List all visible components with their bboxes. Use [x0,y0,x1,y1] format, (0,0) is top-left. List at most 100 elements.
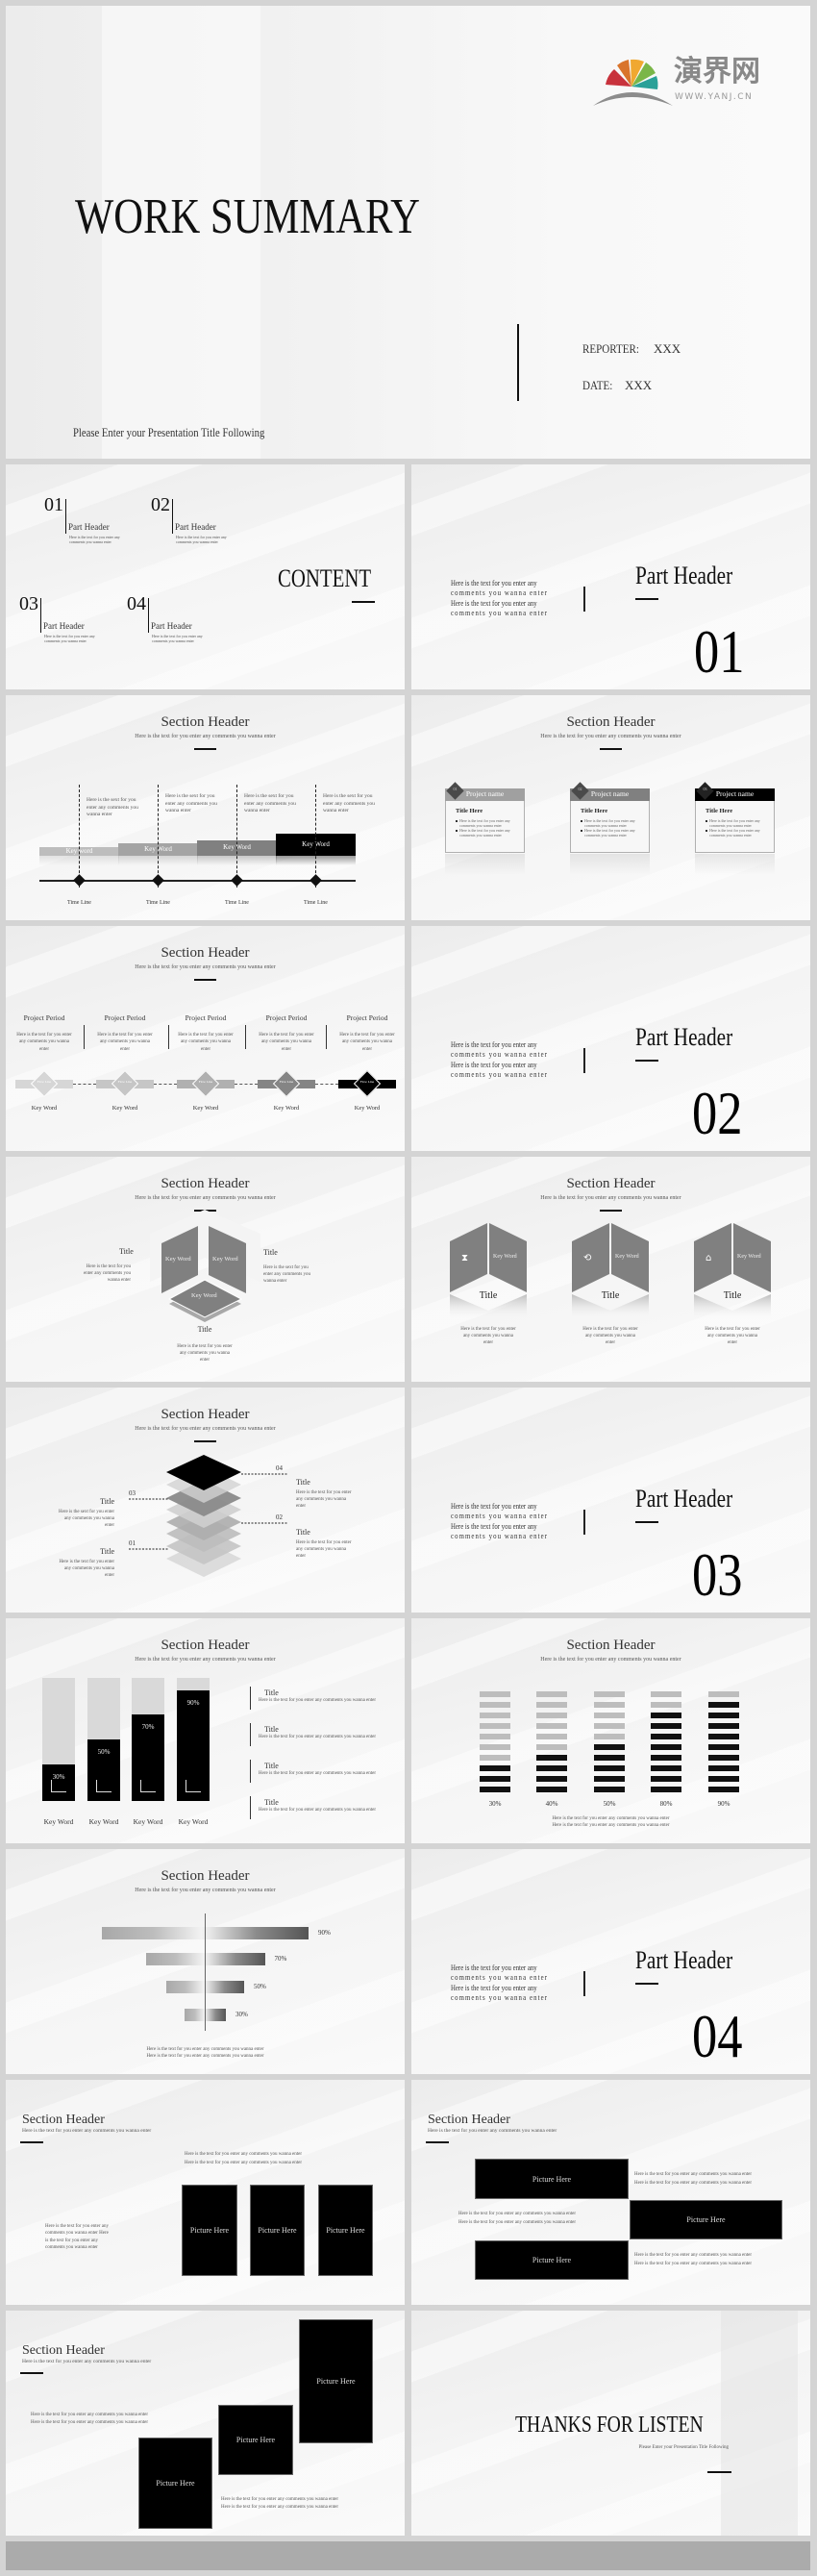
picture-placeholder[interactable]: Picture Here [250,2185,305,2276]
picture-text: Here is the text for you enter any comme… [185,2161,303,2165]
layer-text: Here is the text for you enter any comme… [296,1540,352,1559]
part-slide-03: Here is the text for you enter any comme… [411,1388,810,1613]
bar-data-label: 50% [97,1748,111,1756]
bar-category-label: Key Word [88,1817,119,1826]
pictures-slide: Section Header Here is the text for you … [6,2080,405,2305]
segment-block [651,1713,681,1718]
flow-connector [235,1084,258,1085]
project-bullet: Here is the text for you enter any comme… [459,828,510,838]
part-text-line: comments you wanna enter [451,1070,549,1079]
accent-bar [352,601,375,603]
light-streak [721,2311,798,2536]
timeline-slide: Section Header Here is the text for you … [6,695,405,920]
funnel-data-label: 30% [235,2011,248,2018]
line-chart-icon [140,1780,156,1792]
cube-slide: Section Header Here is the text for you … [6,1157,405,1382]
segment-block [536,1755,567,1761]
contents-header: Part Header [175,522,216,532]
bar-category-label: Key Word [43,1817,74,1826]
pictures-stagger-slide: Section Header Here is the text for you … [411,2080,810,2305]
hourglass-icon: ⧗ [461,1253,469,1263]
chart-note: Here is the text for you enter any comme… [146,2047,264,2052]
contents-num: 02 [151,494,170,515]
segment-block [708,1723,739,1729]
section-subtitle: Here is the text for you enter any comme… [135,734,276,739]
segment-block [594,1734,625,1739]
period-text: Here is the text for you enter any comme… [339,1033,395,1052]
segment-block [651,1702,681,1708]
layers-slide: Section Header Here is the text for you … [6,1388,405,1613]
segment-block [708,1702,739,1708]
layer-text: Here is the sext for you enter any comme… [58,1510,114,1528]
dashed-guide [79,785,80,888]
sliders-icon [51,1780,66,1792]
section-subtitle: Here is the text for you enter any comme… [22,2359,152,2364]
layer-text: Here is the text for you enter any comme… [59,1560,114,1578]
contents-header: Part Header [151,621,192,631]
cube-panel-label: Key Word [212,1256,238,1263]
segment-block [594,1787,625,1792]
vertical-divider [583,1971,585,1996]
period-separator [84,1025,86,1049]
segment-block [480,1744,510,1750]
bar-category-label: Key Word [178,1817,209,1826]
segment-block [651,1723,681,1729]
logo [593,59,673,106]
picture-placeholder[interactable]: Picture Here [475,2159,629,2199]
accent-bar [194,748,216,750]
flow-connector [73,1084,96,1085]
period-keyword: Key Word [31,1105,58,1112]
accent-bar [20,2141,43,2143]
segment-block [480,1691,510,1697]
layer-num: 01 [129,1539,136,1547]
section-header: Section Header [22,2113,105,2127]
picture-placeholder[interactable]: Picture Here [218,2405,293,2475]
reporter-label: REPORTER: [582,341,639,356]
projects-slide: Section Header Here is the text for you … [411,695,810,920]
chart-note: Here is the text for you enter any comme… [146,2054,264,2059]
segment-block [708,1734,739,1739]
funnel-data-label: 50% [254,1983,266,1990]
project-title: Title Here [581,808,608,814]
picture-text: Here is the text for you enter any comme… [458,2220,577,2225]
segment-block [708,1691,739,1697]
picture-placeholder[interactable]: Picture Here [475,2240,629,2280]
section-header: Section Header [161,1868,250,1884]
picture-placeholder[interactable]: Picture Here [299,2319,373,2443]
bottom-bar [6,2541,810,2570]
segment-label: 80% [659,1800,673,1808]
bullet-dot [456,820,458,822]
contents-header: Part Header [43,621,85,631]
segment-block [536,1765,567,1771]
area-chart-icon [96,1780,111,1792]
period-text: Here is the text for you enter any comme… [97,1033,153,1052]
timeline-axis [39,880,356,882]
hex-panel-left [450,1223,487,1292]
picture-placeholder[interactable]: Picture Here [318,2185,373,2276]
section-header: Section Header [22,2343,105,2358]
picture-placeholder[interactable]: Picture Here [182,2185,237,2276]
part-text-line: comments you wanna enter [451,1973,549,1982]
picture-placeholder[interactable]: Picture Here [630,2200,782,2239]
part-slide-01: Here is the text for you enter any comme… [411,464,810,689]
part-number: 04 [692,2002,743,2070]
bullet-dot [581,830,582,832]
segment-block [651,1734,681,1739]
picture-placeholder[interactable]: Picture Here [138,2438,212,2529]
accent-bar [20,2372,43,2374]
section-subtitle: Here is the text for you enter any comme… [428,2128,557,2134]
cover-title: WORK SUMMARY [75,189,420,244]
hex-title: Title [723,1290,742,1301]
contents-line [172,499,173,534]
timeline-text: Here is the sext for you enter any comme… [165,793,217,814]
accent-bar [635,1060,658,1062]
part-slide-02: Here is the text for you enter any comme… [411,926,810,1151]
contents-title: CONTENT [278,564,372,592]
refresh-icon: ⟲ [583,1253,592,1263]
side-item-text: Here is the text for you enter any comme… [259,1771,377,1776]
period-title: Project Period [346,1013,388,1022]
diamond-marker [73,874,86,887]
picture-text: Here is the text for you enter any comme… [458,2212,577,2216]
hex-text: Here is the text for you enter any comme… [705,1327,760,1345]
time-label: Time Line [304,900,328,906]
